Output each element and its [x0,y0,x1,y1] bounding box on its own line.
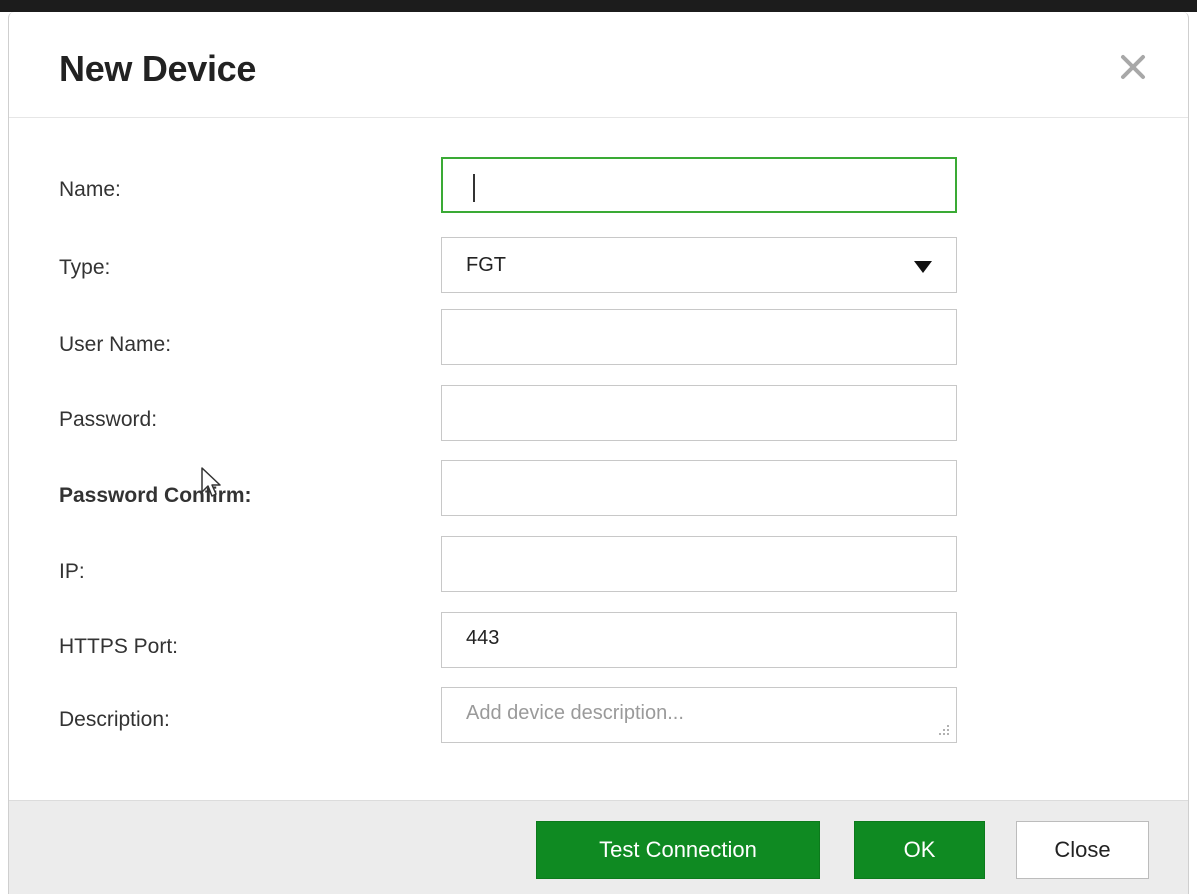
https-port-input[interactable]: 443 [441,612,957,668]
user-name-label: User Name: [59,333,172,356]
password-confirm-input[interactable] [441,460,957,516]
https-port-value: 443 [466,627,500,649]
description-label: Description: [59,708,170,731]
dialog-header: New Device [9,12,1188,118]
close-icon[interactable] [1118,52,1148,82]
ip-label: IP: [59,560,85,583]
type-select[interactable]: FGT [441,237,957,293]
window-top-bar [0,0,1197,12]
close-button[interactable]: Close [1016,821,1149,879]
description-textarea[interactable]: Add device description... [441,687,957,743]
password-input[interactable] [441,385,957,441]
type-label: Type: [59,256,111,279]
https-port-label: HTTPS Port: [59,635,179,658]
ip-input[interactable] [441,536,957,592]
description-placeholder: Add device description... [466,702,684,724]
user-name-input[interactable] [441,309,957,365]
dropdown-arrow-icon [914,261,932,273]
dialog-footer: Test Connection OK Close [9,800,1188,894]
ok-button[interactable]: OK [854,821,985,879]
password-label: Password: [59,408,158,431]
name-input[interactable] [441,157,957,213]
name-label: Name: [59,178,121,201]
resize-handle-icon[interactable] [938,724,950,736]
text-caret [473,174,475,202]
type-select-value: FGT [466,253,506,276]
test-connection-button[interactable]: Test Connection [536,821,820,879]
mouse-pointer-icon [201,467,221,497]
dialog-title: New Device [59,48,257,89]
new-device-dialog: New Device Name: Type: FGT User Name: Pa… [8,12,1189,894]
